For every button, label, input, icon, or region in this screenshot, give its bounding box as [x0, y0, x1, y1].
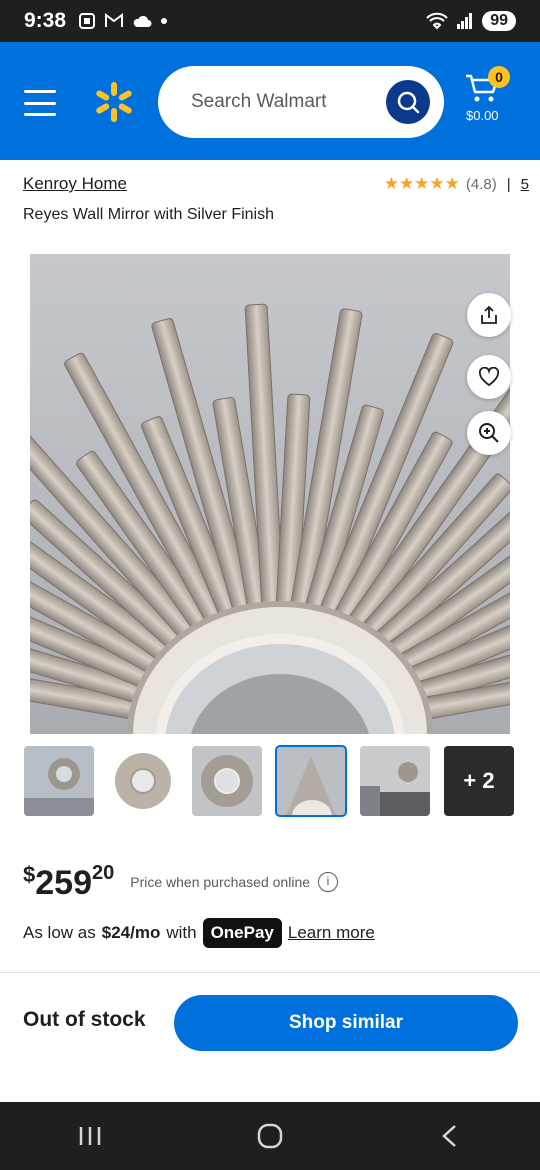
search-input[interactable]: Search Walmart — [158, 66, 444, 138]
product-image[interactable] — [30, 254, 510, 734]
product-title: Reyes Wall Mirror with Silver Finish — [23, 206, 274, 223]
status-time: 9:38 — [24, 9, 67, 32]
share-button[interactable] — [467, 293, 511, 337]
brand-rating-row: Kenroy Home ★★★★★ (4.8) | 5 — [23, 172, 529, 196]
thumbnail-1[interactable] — [24, 746, 94, 816]
cart-total: $0.00 — [466, 108, 499, 123]
price-cents: 20 — [91, 862, 115, 884]
thumbnail-3[interactable] — [192, 746, 262, 816]
financing-with: with — [166, 923, 197, 942]
price-currency: $ — [23, 862, 36, 887]
battery-indicator: 99 — [482, 11, 516, 31]
onepay-logo: OnePay — [202, 918, 282, 948]
shop-similar-button[interactable]: Shop similar — [174, 995, 518, 1051]
rating-value: (4.8) — [465, 175, 497, 193]
stock-status: Out of stock — [23, 1008, 146, 1031]
menu-icon[interactable] — [24, 90, 56, 116]
zoom-button[interactable] — [467, 411, 511, 455]
price-row: $ 259 20 Price when purchased online i — [23, 858, 339, 903]
notification-icons — [78, 12, 168, 30]
rating-summary[interactable]: ★★★★★ (4.8) | 5 — [384, 174, 529, 194]
section-divider — [0, 972, 540, 973]
dot-icon — [161, 18, 168, 24]
search-placeholder: Search Walmart — [191, 91, 327, 112]
app-header: Search Walmart 0 $0.00 — [0, 42, 540, 160]
zoom-icon — [479, 423, 499, 443]
price-dollars: 259 — [35, 864, 92, 902]
financing-amount: $24/mo — [101, 923, 161, 942]
learn-more-link[interactable]: Learn more — [288, 923, 375, 943]
cart-button[interactable]: 0 $0.00 — [462, 66, 522, 136]
spark-logo-icon[interactable] — [92, 80, 136, 124]
financing-row: As low as $24/mo with OnePay Learn more — [23, 918, 375, 948]
heart-icon — [478, 367, 500, 387]
wifi-icon — [426, 12, 448, 30]
signal-icon — [457, 13, 473, 29]
sunburst-mirror-image — [30, 254, 510, 734]
search-icon — [397, 91, 420, 114]
cart-count-badge: 0 — [488, 66, 510, 88]
system-nav-bar — [0, 1102, 540, 1170]
favorite-button[interactable] — [467, 355, 511, 399]
thumbnail-5[interactable] — [360, 746, 430, 816]
price-note: Price when purchased online i — [130, 872, 339, 892]
thumbnail-strip: + 2 — [24, 745, 520, 818]
screenshot-icon — [79, 13, 96, 29]
recents-icon[interactable] — [60, 1116, 120, 1156]
star-rating-icon: ★★★★★ — [383, 174, 460, 193]
price-note-text: Price when purchased online — [130, 874, 311, 890]
more-thumbnails-button[interactable]: + 2 — [444, 746, 514, 816]
info-icon[interactable]: i — [318, 872, 339, 892]
share-icon — [481, 305, 497, 324]
financing-prefix: As low as — [23, 923, 96, 942]
home-icon[interactable] — [240, 1116, 300, 1156]
gmail-icon — [105, 13, 124, 27]
status-right: 99 — [426, 11, 516, 31]
search-button[interactable] — [386, 80, 430, 124]
status-bar: 9:38 99 — [0, 0, 540, 42]
thumbnail-2[interactable] — [108, 746, 178, 816]
cloud-icon — [133, 15, 152, 27]
back-icon[interactable] — [420, 1116, 480, 1156]
review-count-link[interactable]: 5 — [521, 176, 529, 193]
rating-separator: | — [506, 175, 511, 193]
thumbnail-4-selected[interactable] — [275, 745, 347, 817]
brand-link[interactable]: Kenroy Home — [23, 174, 127, 194]
